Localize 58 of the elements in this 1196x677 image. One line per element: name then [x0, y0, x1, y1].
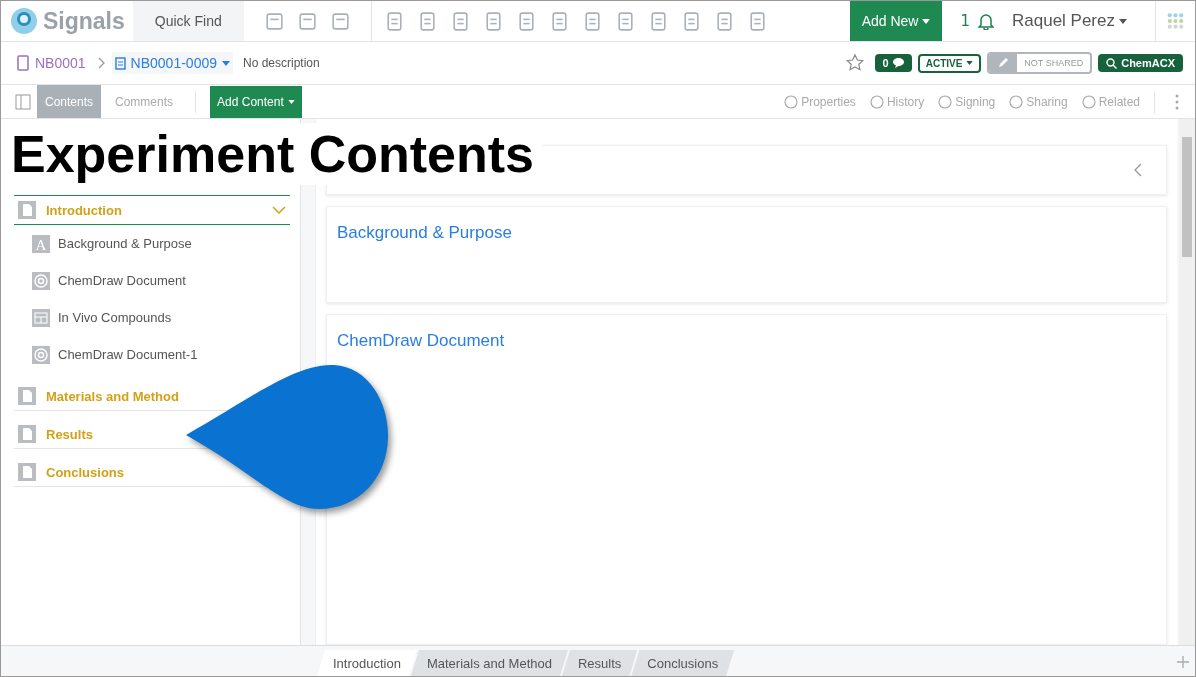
sharing-status[interactable]: NOT SHARED: [987, 52, 1093, 74]
chevron-left-icon[interactable]: [1134, 163, 1142, 177]
scrollbar[interactable]: [1179, 119, 1195, 645]
logo-icon: [9, 6, 39, 36]
letter-a-icon: A: [32, 234, 50, 253]
add-content-button[interactable]: Add Content: [210, 85, 302, 118]
caret-icon: [287, 99, 295, 104]
outline-item[interactable]: A Background & Purpose: [14, 225, 290, 262]
toolbar-action-link[interactable]: Sharing: [1026, 94, 1068, 109]
section-tab[interactable]: Conclusions: [631, 650, 735, 676]
apps-grid-icon[interactable]: [1155, 1, 1185, 41]
experiment-dropdown[interactable]: NB0001-0009: [111, 52, 233, 74]
outline-section[interactable]: Introduction: [14, 195, 290, 225]
add-new-button[interactable]: Add New: [849, 1, 943, 41]
contents-tab[interactable]: Contents: [37, 85, 102, 118]
status-dropdown[interactable]: ACTIVE: [917, 53, 982, 73]
outline-item[interactable]: In Vivo Compounds: [14, 299, 290, 336]
section-title: Materials and Method: [46, 388, 180, 404]
notification-count[interactable]: 1: [960, 12, 970, 30]
caret-icon: [1119, 18, 1127, 24]
more-options-icon[interactable]: [1175, 93, 1179, 110]
chevron-down-icon: [272, 206, 286, 214]
toolbar-action-link[interactable]: Properties: [801, 94, 856, 109]
caret-icon: [966, 61, 974, 65]
section-title: Conclusions: [46, 464, 125, 480]
add-tab-icon[interactable]: [1177, 656, 1189, 668]
experiment-description: No description: [243, 56, 320, 70]
toolbar-action-link[interactable]: Signing: [955, 94, 996, 109]
pencil-icon: [989, 54, 1018, 72]
page-icon: [18, 387, 36, 405]
notebook-link[interactable]: NB0001: [35, 55, 86, 71]
quick-find-button[interactable]: Quick Find: [132, 1, 244, 41]
page-icon: [18, 201, 36, 219]
section-tab[interactable]: Materials and Method: [410, 650, 568, 676]
caret-icon: [222, 60, 230, 66]
speech-bubble-icon: [892, 58, 904, 68]
outline-item[interactable]: ChemDraw Document-1: [14, 336, 290, 373]
section-title: Results: [46, 426, 94, 442]
chevron-right-icon: [97, 57, 106, 69]
table-icon: [32, 308, 50, 327]
page-icon: [18, 425, 36, 443]
chemacx-search-button[interactable]: ChemACX: [1098, 54, 1183, 72]
brand-name: Signals: [43, 7, 125, 35]
section-title: Introduction: [46, 202, 123, 218]
bell-icon[interactable]: [978, 12, 994, 30]
content-card-title: ChemDraw Document: [337, 331, 505, 350]
collapse-panel-icon[interactable]: [15, 93, 31, 110]
comments-tab[interactable]: Comments: [107, 85, 182, 118]
toolbar-action-link[interactable]: Related: [1098, 94, 1140, 109]
caret-icon: [922, 18, 931, 24]
content-card-title: Background & Purpose: [337, 223, 512, 242]
section-tab[interactable]: Results: [561, 650, 638, 676]
page-icon: [18, 463, 36, 481]
user-menu[interactable]: Raquel Perez: [1002, 11, 1137, 31]
comments-count-button[interactable]: 0: [874, 54, 912, 72]
section-tab[interactable]: Introduction: [317, 650, 417, 676]
toolbar-action-link[interactable]: History: [886, 94, 925, 109]
outline-item[interactable]: ChemDraw Document: [14, 262, 290, 299]
